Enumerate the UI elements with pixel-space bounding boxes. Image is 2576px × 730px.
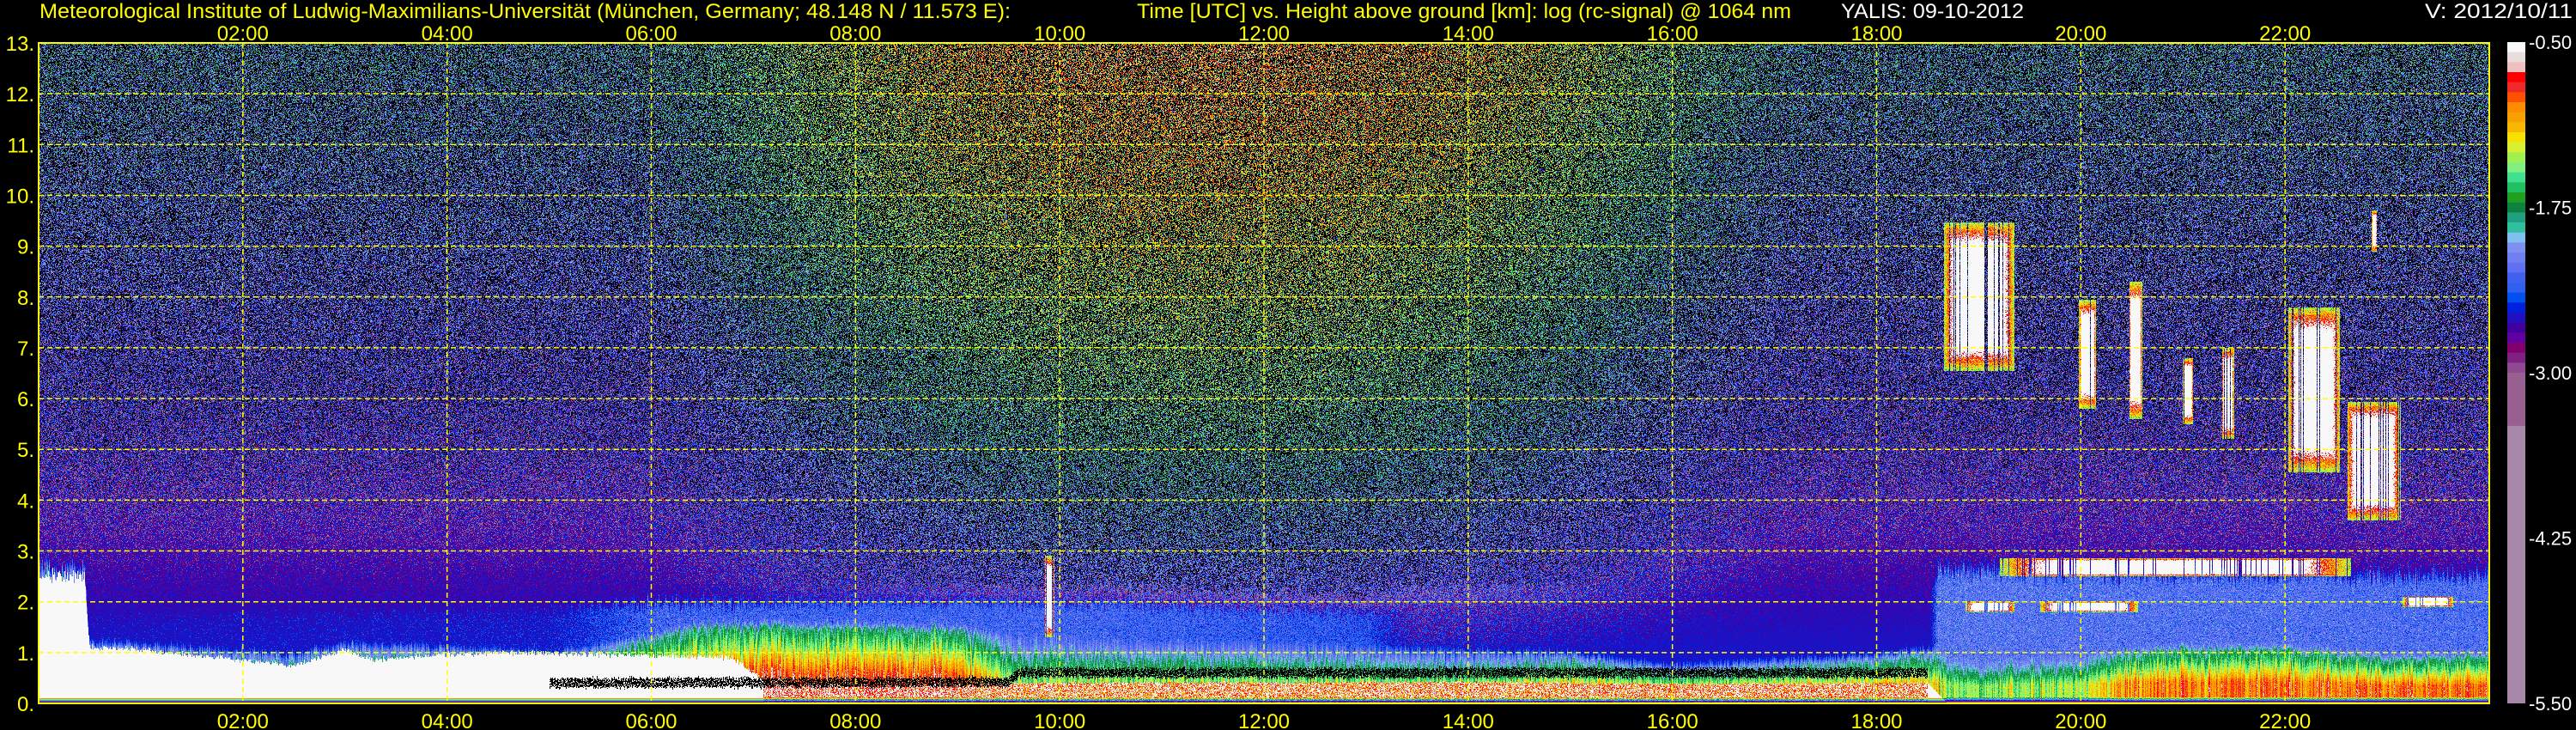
colorbar-bin bbox=[2507, 362, 2525, 374]
colorbar-bin bbox=[2507, 302, 2525, 313]
colorbar-bin bbox=[2507, 322, 2525, 333]
x-tick-label-top: 14:00 bbox=[1443, 22, 1494, 46]
colorbar-bin bbox=[2507, 62, 2525, 73]
y-tick-label: 13. bbox=[6, 33, 34, 56]
colorbar-bin bbox=[2507, 242, 2525, 253]
chart-title: Time [UTC] vs. Height above ground [km]:… bbox=[1137, 0, 1791, 23]
instrument-date: YALIS: 09-10-2012 bbox=[1841, 0, 2024, 23]
colorbar-bin bbox=[2507, 112, 2525, 123]
x-tick-label-bottom: 16:00 bbox=[1647, 710, 1698, 730]
colorbar-tick-label: -1.75 bbox=[2529, 198, 2572, 219]
colorbar-bin bbox=[2507, 202, 2525, 213]
x-tick-label-bottom: 20:00 bbox=[2055, 710, 2106, 730]
colorbar bbox=[2507, 42, 2525, 703]
x-axis-bottom: 02:00 04:00 06:00 08:00 10:00 12:00 14:00 16:00… bbox=[217, 710, 2311, 730]
colorbar-bin bbox=[2507, 222, 2525, 234]
y-tick-label: 1. bbox=[17, 642, 34, 666]
x-tick-label-bottom: 18:00 bbox=[1850, 710, 1902, 730]
x-tick-label-top: 20:00 bbox=[2055, 22, 2106, 46]
x-tick-label-bottom: 08:00 bbox=[829, 710, 881, 730]
y-tick-label: 11. bbox=[7, 134, 34, 157]
colorbar-tick-label: -5.50 bbox=[2529, 693, 2572, 715]
x-tick-label-top: 08:00 bbox=[829, 22, 881, 46]
y-tick-label: 7. bbox=[17, 338, 34, 361]
x-tick-label-bottom: 06:00 bbox=[625, 710, 677, 730]
x-tick-label-bottom: 22:00 bbox=[2259, 710, 2311, 730]
colorbar-tick-label: -3.00 bbox=[2529, 362, 2572, 384]
colorbar-bin bbox=[2507, 132, 2525, 143]
y-tick-label: 10. bbox=[6, 185, 34, 208]
colorbar-bin bbox=[2507, 172, 2525, 183]
x-tick-label-top: 04:00 bbox=[422, 22, 473, 46]
colorbar-bin bbox=[2507, 283, 2525, 294]
colorbar-bin bbox=[2507, 182, 2525, 193]
x-tick-label-top: 18:00 bbox=[1850, 22, 1902, 46]
colorbar-bin bbox=[2507, 292, 2525, 303]
colorbar-bin bbox=[2507, 92, 2525, 103]
colorbar-tick-label: -0.50 bbox=[2529, 32, 2572, 53]
colorbar-bin bbox=[2507, 142, 2525, 153]
x-tick-label-bottom: 12:00 bbox=[1238, 710, 1290, 730]
colorbar-bin bbox=[2507, 72, 2525, 83]
colorbar-bin bbox=[2507, 343, 2525, 354]
colorbar-bin bbox=[2507, 232, 2525, 243]
colorbar-labels: -0.50 -1.75 -3.00 -4.25 -5.50 bbox=[2529, 32, 2572, 715]
x-tick-label-bottom: 14:00 bbox=[1443, 710, 1494, 730]
y-tick-label: 12. bbox=[6, 83, 34, 106]
colorbar-bin bbox=[2507, 102, 2525, 113]
y-tick-label: 6. bbox=[17, 388, 34, 411]
x-tick-label-top: 02:00 bbox=[217, 22, 269, 46]
y-axis: 0. 1. 2. 3. 4. 5. 6. 7. 8. 9. 10. 11. 12. 13. bbox=[6, 33, 34, 716]
institute-title: Meteorological Institute of Ludwig-Maxim… bbox=[39, 0, 1011, 23]
y-tick-label: 2. bbox=[17, 592, 34, 615]
y-tick-label: 9. bbox=[17, 236, 34, 259]
y-tick-label: 5. bbox=[17, 439, 34, 462]
colorbar-bin bbox=[2507, 313, 2525, 324]
colorbar-bin bbox=[2507, 192, 2525, 204]
colorbar-bin bbox=[2507, 122, 2525, 133]
colorbar-bin bbox=[2507, 212, 2525, 223]
colorbar-bin bbox=[2507, 425, 2525, 703]
x-axis-top: 02:00 04:00 06:00 08:00 10:00 12:00 14:00 16:00… bbox=[217, 22, 2311, 46]
colorbar-tick-label: -4.25 bbox=[2529, 528, 2572, 550]
colorbar-bin bbox=[2507, 162, 2525, 173]
x-tick-label-bottom: 10:00 bbox=[1034, 710, 1085, 730]
colorbar-bin bbox=[2507, 82, 2525, 93]
chart-overlay: Meteorological Institute of Ludwig-Maxim… bbox=[6, 0, 2573, 730]
colorbar-bin bbox=[2507, 152, 2525, 163]
x-tick-label-bottom: 02:00 bbox=[217, 710, 269, 730]
colorbar-bin bbox=[2507, 352, 2525, 363]
colorbar-bin bbox=[2507, 332, 2525, 344]
y-tick-label: 8. bbox=[17, 287, 34, 310]
colorbar-bin bbox=[2507, 42, 2525, 53]
x-tick-label-top: 22:00 bbox=[2259, 22, 2311, 46]
version-label: V: 2012/10/11 bbox=[2425, 0, 2573, 23]
colorbar-bin bbox=[2507, 52, 2525, 63]
colorbar-bin bbox=[2507, 262, 2525, 273]
x-tick-label-top: 12:00 bbox=[1238, 22, 1290, 46]
colorbar-bin bbox=[2507, 272, 2525, 283]
y-tick-label: 0. bbox=[17, 693, 34, 716]
y-tick-label: 4. bbox=[17, 490, 34, 513]
x-tick-label-top: 10:00 bbox=[1034, 22, 1085, 46]
x-tick-label-bottom: 04:00 bbox=[422, 710, 473, 730]
x-tick-label-top: 06:00 bbox=[625, 22, 677, 46]
colorbar-bin bbox=[2507, 252, 2525, 264]
x-tick-label-top: 16:00 bbox=[1647, 22, 1698, 46]
grid-lines bbox=[39, 43, 2489, 703]
y-tick-label: 3. bbox=[17, 541, 34, 564]
colorbar-bin bbox=[2507, 373, 2525, 426]
